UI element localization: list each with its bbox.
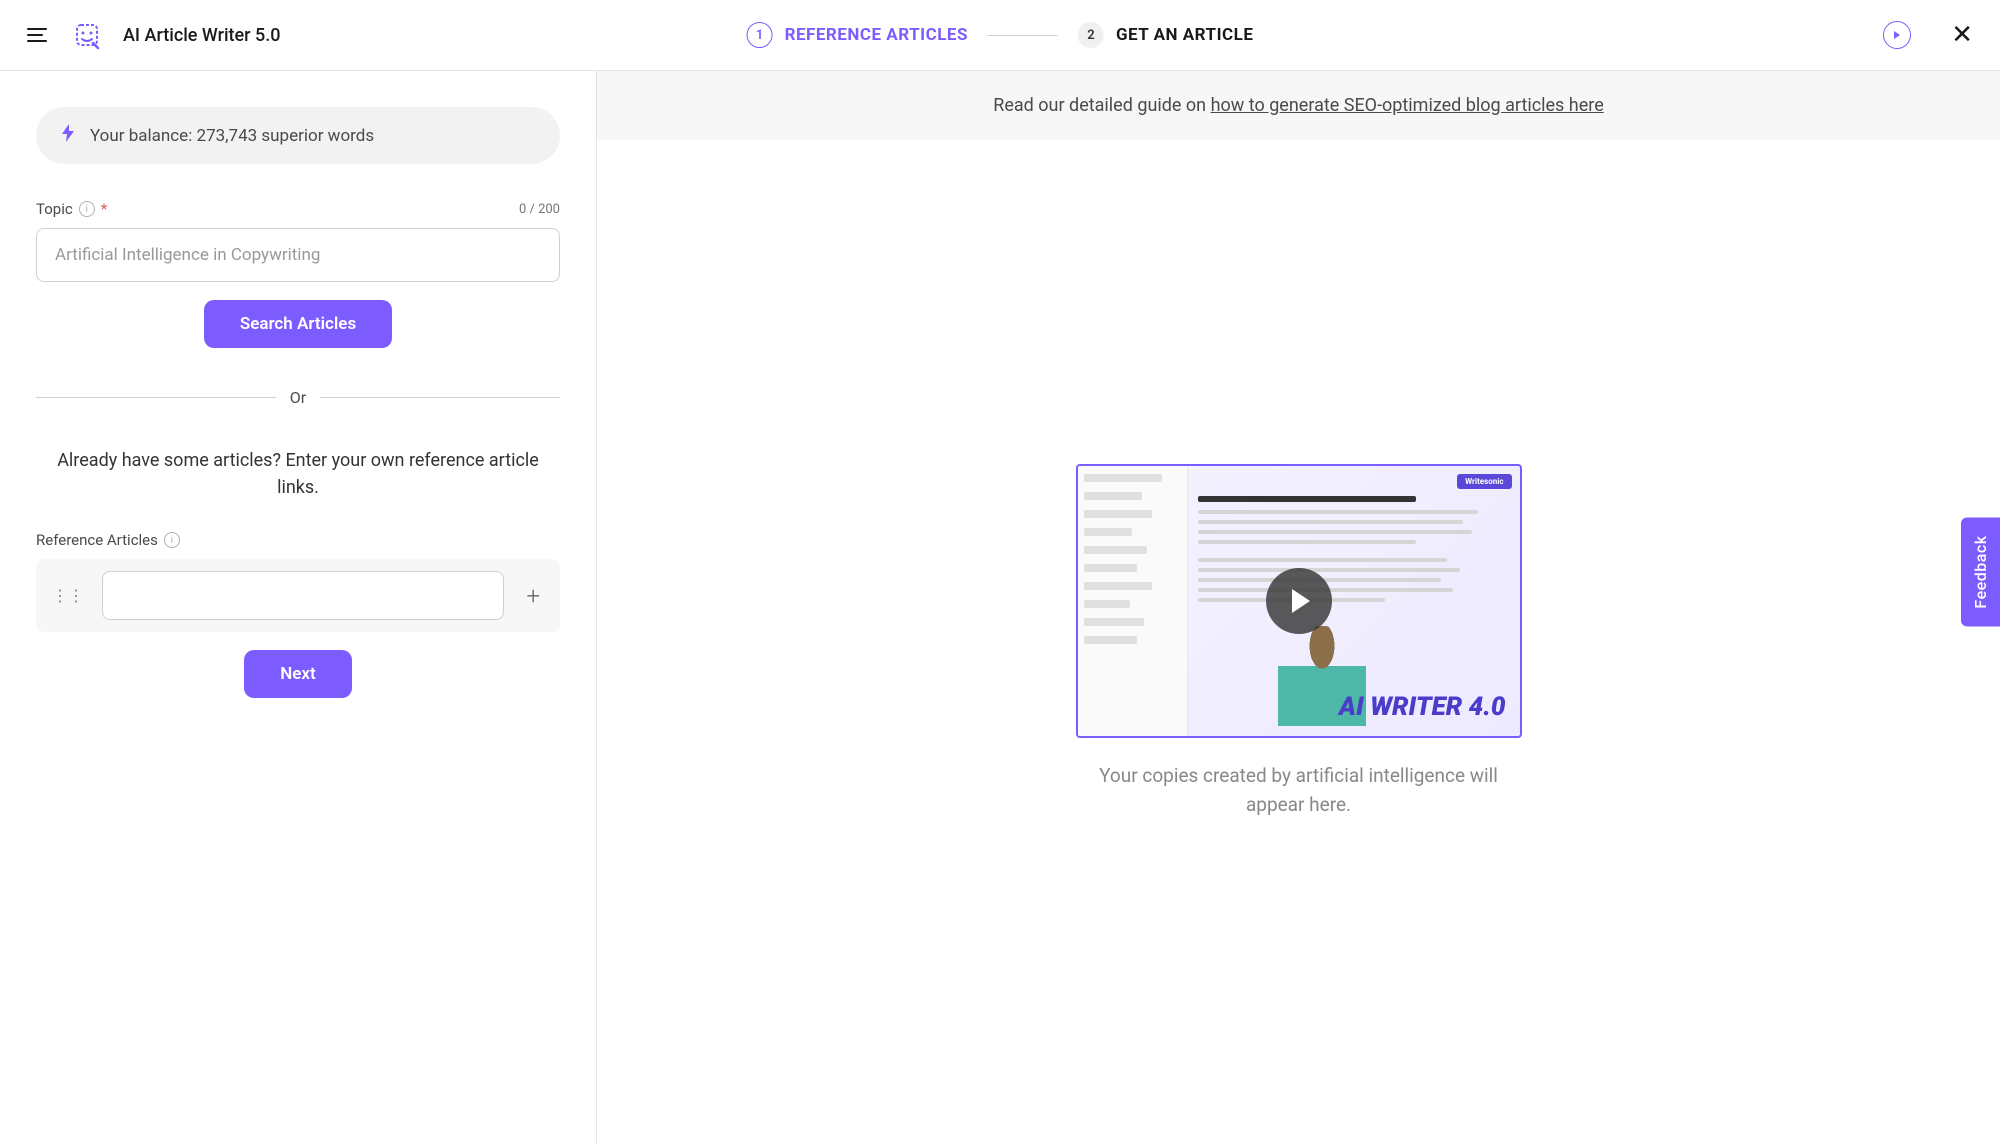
header: AI Article Writer 5.0 1 REFERENCE ARTICL… <box>0 0 2000 71</box>
close-button[interactable]: ✕ <box>1951 20 1973 50</box>
or-text: Or <box>290 388 306 407</box>
topic-label-row: Topic i * 0 / 200 <box>36 200 560 218</box>
step-number: 1 <box>747 22 773 48</box>
header-left: AI Article Writer 5.0 <box>27 19 280 51</box>
info-icon[interactable]: i <box>79 201 95 217</box>
content-area: Read our detailed guide on how to genera… <box>597 71 2000 1143</box>
menu-icon[interactable] <box>27 23 51 47</box>
search-articles-button[interactable]: Search Articles <box>204 300 392 348</box>
guide-link[interactable]: how to generate SEO-optimized blog artic… <box>1211 95 1604 116</box>
reference-link-input[interactable] <box>102 571 504 620</box>
guide-banner: Read our detailed guide on how to genera… <box>597 71 2000 140</box>
step-divider <box>988 35 1058 36</box>
app-title: AI Article Writer 5.0 <box>123 25 280 46</box>
own-articles-prompt: Already have some articles? Enter your o… <box>36 447 560 501</box>
step-label: GET AN ARTICLE <box>1116 25 1253 45</box>
content-body: Writesonic AI WRITE <box>597 140 2000 1143</box>
drag-handle-icon[interactable]: ⋮⋮ <box>48 586 88 605</box>
main: Your balance: 273,743 superior words Top… <box>0 71 2000 1143</box>
reference-articles-label: Reference Articles i <box>36 531 560 549</box>
app-logo-icon <box>71 19 103 51</box>
add-reference-button[interactable]: + <box>518 582 548 610</box>
info-icon[interactable]: i <box>164 532 180 548</box>
topic-label: Topic i * <box>36 200 107 218</box>
required-marker: * <box>101 200 107 218</box>
video-preview[interactable]: Writesonic AI WRITE <box>1076 464 1522 738</box>
play-overlay-icon <box>1266 568 1332 634</box>
balance-pill: Your balance: 273,743 superior words <box>36 107 560 164</box>
steps-nav: 1 REFERENCE ARTICLES 2 GET AN ARTICLE <box>747 22 1254 48</box>
feedback-tab[interactable]: Feedback <box>1961 517 2000 626</box>
step-number: 2 <box>1078 22 1104 48</box>
or-divider: Or <box>36 388 560 407</box>
placeholder-text: Your copies created by artificial intell… <box>1089 762 1509 819</box>
play-tutorial-button[interactable] <box>1883 21 1911 49</box>
char-count: 0 / 200 <box>519 202 560 217</box>
header-right: ✕ <box>1883 20 1973 50</box>
step-label: REFERENCE ARTICLES <box>785 25 968 45</box>
reference-input-row: ⋮⋮ + <box>36 559 560 632</box>
balance-text: Your balance: 273,743 superior words <box>90 126 374 146</box>
step-get-article[interactable]: 2 GET AN ARTICLE <box>1078 22 1253 48</box>
guide-prefix: Read our detailed guide on <box>993 95 1210 116</box>
preview-badge: Writesonic <box>1457 474 1511 489</box>
step-reference-articles[interactable]: 1 REFERENCE ARTICLES <box>747 22 968 48</box>
topic-input[interactable] <box>36 228 560 282</box>
preview-big-text: AI WRITER 4.0 <box>1339 692 1506 722</box>
lightning-icon <box>60 123 76 148</box>
sidebar: Your balance: 273,743 superior words Top… <box>0 71 597 1143</box>
next-button[interactable]: Next <box>244 650 352 698</box>
